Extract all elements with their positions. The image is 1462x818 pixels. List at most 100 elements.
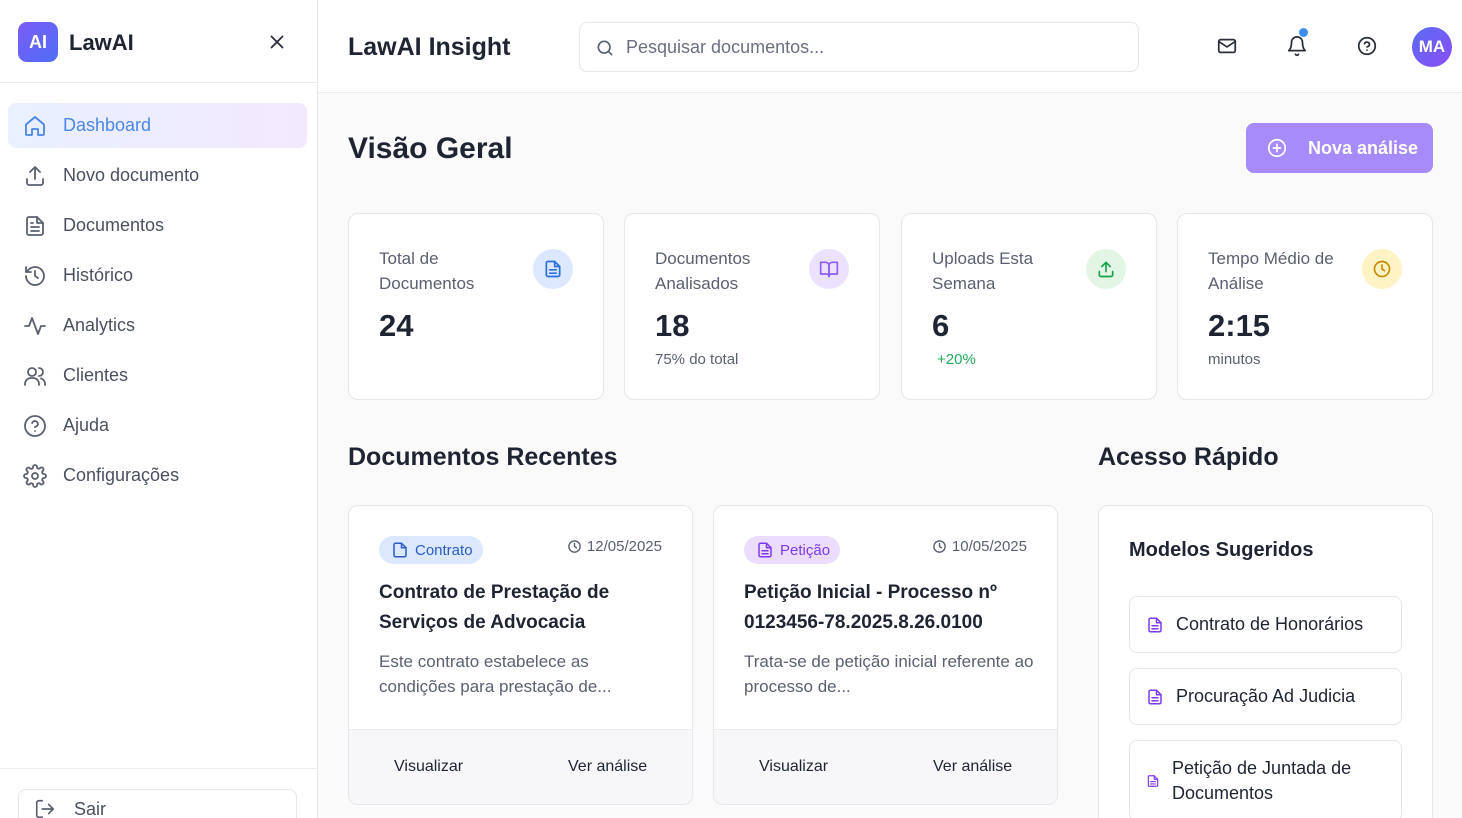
view-analysis-button[interactable]: Ver análise bbox=[568, 758, 647, 776]
view-button[interactable]: Visualizar bbox=[394, 758, 463, 776]
sidebar-item-historico[interactable]: Histórico bbox=[8, 253, 307, 298]
user-avatar[interactable]: MA bbox=[1412, 27, 1452, 67]
stat-label: Uploads Esta Semana bbox=[932, 249, 1034, 293]
logout-button[interactable]: Sair bbox=[18, 789, 297, 818]
doc-title: Petição Inicial - Processo nº 0123456-78… bbox=[744, 582, 997, 633]
search-input[interactable] bbox=[626, 23, 1126, 71]
doc-type-tag: Petição bbox=[744, 536, 841, 564]
new-analysis-label: Nova análise bbox=[1308, 137, 1419, 158]
recent-doc-card[interactable]: Petição 10/05/2025 Petição Inicial - Pro… bbox=[713, 505, 1058, 805]
sidebar-item-label: Analytics bbox=[63, 315, 136, 335]
stat-label: Total de Documentos bbox=[379, 249, 475, 293]
quick-access-card: Modelos Sugeridos Contrato de Honorários… bbox=[1098, 505, 1433, 818]
doc-description: Trata-se de petição inicial referente ao… bbox=[744, 652, 1034, 696]
quick-access-title: Acesso Rápido bbox=[1098, 443, 1279, 471]
top-header: LawAI Insight MA bbox=[318, 0, 1462, 93]
stat-value: 24 bbox=[379, 308, 414, 343]
file-text-icon bbox=[1146, 616, 1164, 634]
sidebar-item-label: Novo documento bbox=[63, 165, 200, 185]
template-item[interactable]: Petição de Juntada de Documentos bbox=[1129, 740, 1402, 818]
page-title: Visão Geral bbox=[348, 132, 513, 165]
stat-card-analisados: Documentos Analisados 18 75% do total bbox=[624, 213, 880, 400]
recent-doc-card[interactable]: Contrato 12/05/2025 Contrato de Prestaçã… bbox=[348, 505, 693, 805]
mail-icon[interactable] bbox=[1216, 35, 1238, 57]
stat-label: Tempo Médio de Análise bbox=[1208, 249, 1334, 293]
home-icon bbox=[23, 114, 47, 138]
sidebar-item-dashboard[interactable]: Dashboard bbox=[8, 103, 307, 148]
doc-date-label: 10/05/2025 bbox=[951, 538, 1027, 555]
plus-circle-icon bbox=[1266, 137, 1288, 159]
users-icon bbox=[23, 364, 47, 388]
doc-date-label: 12/05/2025 bbox=[586, 538, 662, 555]
sidebar-item-label: Ajuda bbox=[63, 415, 110, 435]
doc-title: Contrato de Prestação de Serviços de Adv… bbox=[379, 582, 610, 633]
view-button[interactable]: Visualizar bbox=[759, 758, 828, 776]
stat-value: 2:15 bbox=[1208, 308, 1271, 343]
clock-icon bbox=[1362, 249, 1402, 289]
suggested-templates-title: Modelos Sugeridos bbox=[1129, 539, 1314, 561]
upload-icon bbox=[23, 164, 47, 188]
document-icon bbox=[533, 249, 573, 289]
stat-trend: +20% bbox=[937, 351, 976, 368]
doc-description: Este contrato estabelece as condições pa… bbox=[379, 652, 612, 696]
sidebar-item-analytics[interactable]: Analytics bbox=[8, 303, 307, 348]
upload-icon bbox=[1086, 249, 1126, 289]
sidebar-item-ajuda[interactable]: Ajuda bbox=[8, 403, 307, 448]
sidebar-item-clientes[interactable]: Clientes bbox=[8, 353, 307, 398]
template-label: Contrato de Honorários bbox=[1176, 614, 1364, 634]
sidebar-item-label: Configurações bbox=[63, 465, 180, 485]
sidebar-header: AI LawAI bbox=[0, 0, 317, 83]
new-analysis-button[interactable]: Nova análise bbox=[1246, 123, 1433, 173]
template-item[interactable]: Contrato de Honorários bbox=[1129, 596, 1402, 653]
sidebar-item-novo-documento[interactable]: Novo documento bbox=[8, 153, 307, 198]
doc-date: 12/05/2025 bbox=[567, 538, 662, 555]
clock-icon bbox=[567, 539, 582, 554]
view-analysis-button[interactable]: Ver análise bbox=[933, 758, 1012, 776]
sidebar-item-label: Documentos bbox=[63, 215, 165, 235]
stat-label: Documentos Analisados bbox=[655, 249, 751, 293]
brand-name: LawAI bbox=[69, 30, 134, 55]
sidebar-nav: Dashboard Novo documento Documentos Hist… bbox=[8, 103, 307, 503]
stat-card-tempo: Tempo Médio de Análise 2:15 minutos bbox=[1177, 213, 1433, 400]
stat-sub: 75% do total bbox=[655, 351, 739, 368]
sidebar-item-documentos[interactable]: Documentos bbox=[8, 203, 307, 248]
file-icon bbox=[391, 541, 409, 559]
doc-actions: Visualizar Ver análise bbox=[714, 729, 1057, 804]
notification-dot bbox=[1299, 28, 1308, 37]
bell-icon[interactable] bbox=[1286, 35, 1308, 57]
doc-type-label: Contrato bbox=[415, 541, 473, 559]
file-text-icon bbox=[23, 214, 47, 238]
doc-date: 10/05/2025 bbox=[932, 538, 1027, 555]
doc-type-tag: Contrato bbox=[379, 536, 483, 564]
close-icon[interactable] bbox=[266, 31, 288, 53]
help-circle-icon bbox=[23, 414, 47, 438]
stat-value: 18 bbox=[655, 308, 690, 343]
gear-icon bbox=[23, 463, 47, 488]
sidebar-item-label: Dashboard bbox=[63, 115, 152, 135]
app-title: LawAI Insight bbox=[348, 33, 511, 61]
file-text-icon bbox=[1146, 774, 1160, 788]
activity-icon bbox=[23, 314, 47, 338]
doc-type-label: Petição bbox=[780, 541, 831, 559]
template-label: Petição de Juntada de Documentos bbox=[1172, 758, 1352, 803]
search-icon bbox=[595, 38, 615, 58]
stat-card-uploads: Uploads Esta Semana 6 +20% bbox=[901, 213, 1157, 400]
sidebar-item-configuracoes[interactable]: Configurações bbox=[8, 453, 307, 498]
sidebar: AI LawAI Dashboard Novo documento Docume… bbox=[0, 0, 318, 818]
history-icon bbox=[23, 264, 47, 288]
logout-label: Sair bbox=[74, 798, 107, 818]
stat-card-total: Total de Documentos 24 bbox=[348, 213, 604, 400]
file-text-icon bbox=[756, 541, 774, 559]
sidebar-footer: Sair bbox=[0, 768, 318, 818]
stat-value: 6 bbox=[932, 308, 950, 343]
doc-actions: Visualizar Ver análise bbox=[349, 729, 692, 804]
logout-icon bbox=[34, 798, 56, 818]
search-box bbox=[579, 22, 1139, 72]
file-text-icon bbox=[1146, 688, 1164, 706]
clock-icon bbox=[932, 539, 947, 554]
help-icon[interactable] bbox=[1356, 35, 1378, 57]
template-item[interactable]: Procuração Ad Judicia bbox=[1129, 668, 1402, 725]
sidebar-item-label: Clientes bbox=[63, 365, 129, 385]
book-open-icon bbox=[809, 249, 849, 289]
logo-mark: AI bbox=[18, 22, 58, 62]
